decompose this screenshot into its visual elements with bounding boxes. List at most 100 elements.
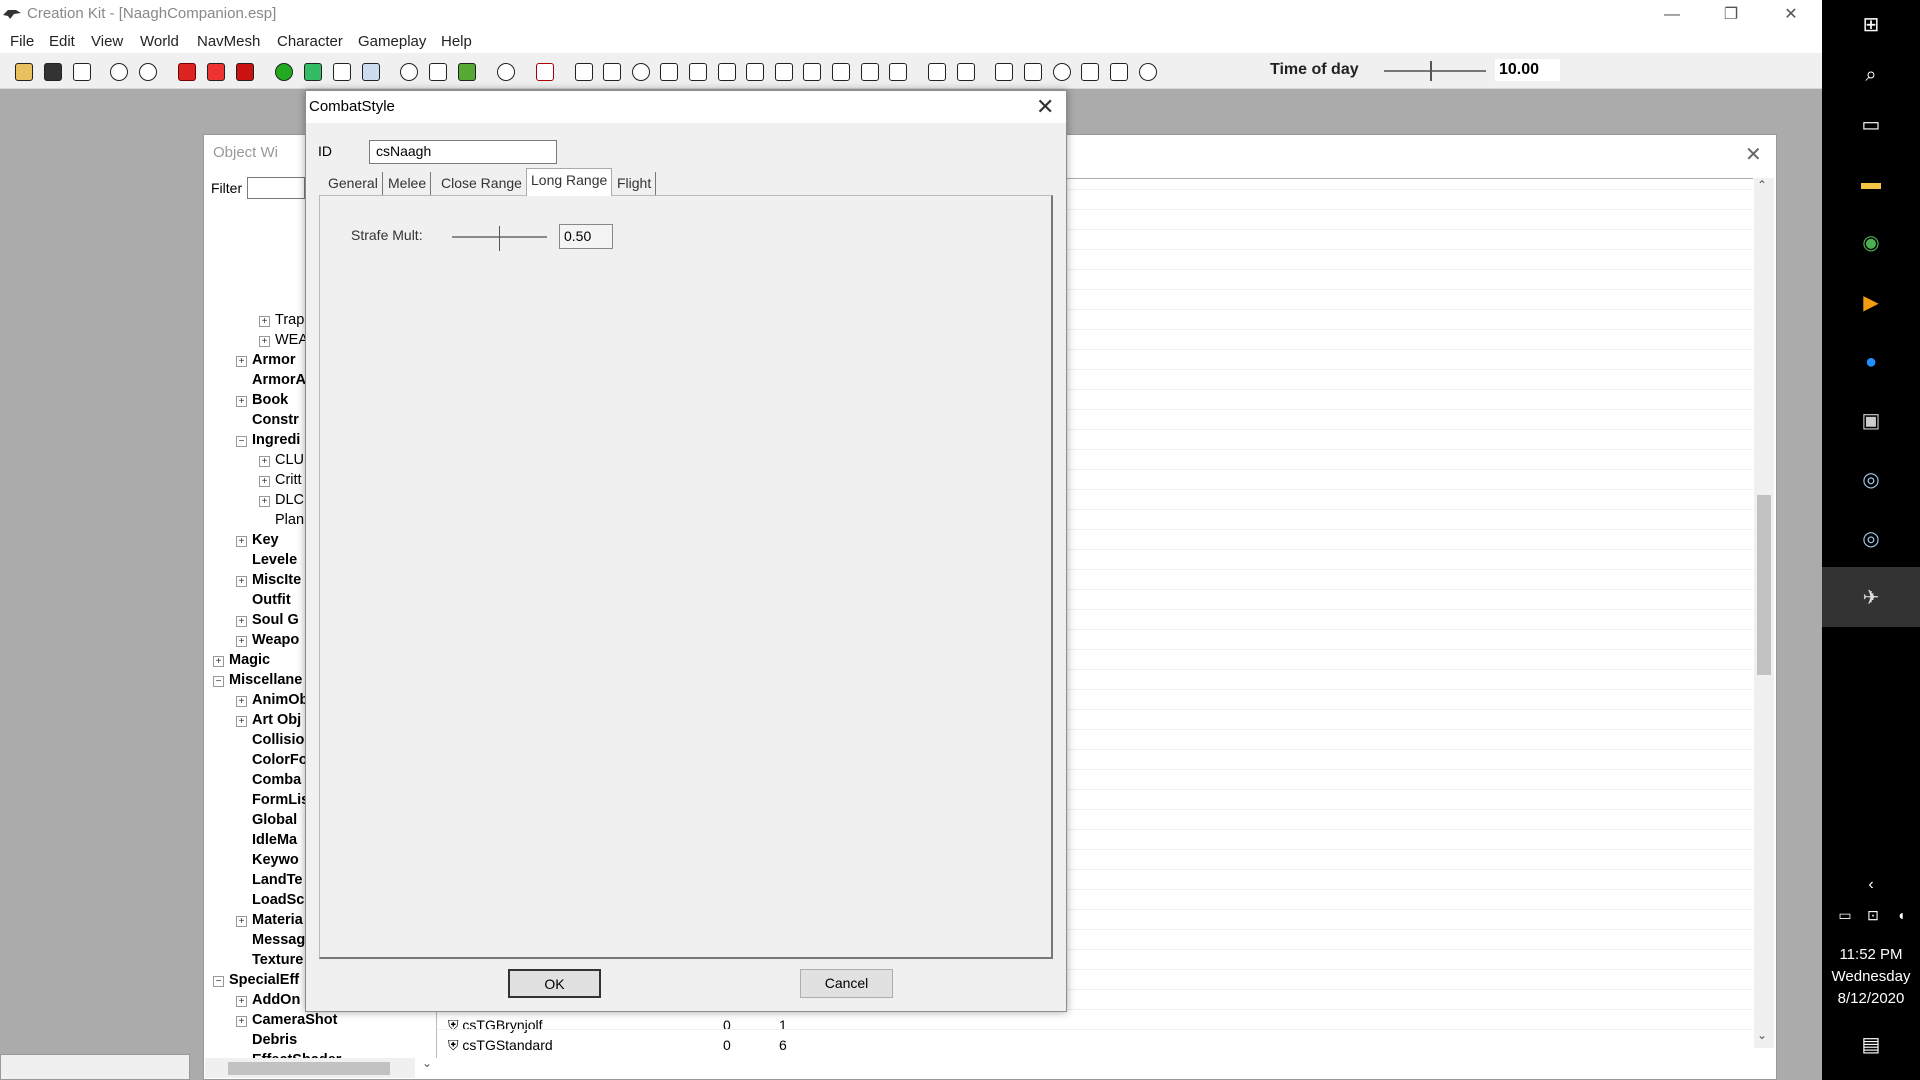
tree-expander-icon[interactable]: + — [236, 716, 247, 727]
tree-node[interactable]: Soul G — [252, 612, 299, 628]
tree-node[interactable]: AddOn — [252, 992, 300, 1008]
hk-icon[interactable] — [330, 61, 354, 83]
horizontal-scrollbar-thumb[interactable] — [228, 1062, 390, 1075]
globe-icon[interactable] — [272, 61, 296, 83]
filter-input[interactable] — [247, 177, 305, 199]
render-toggle-5-icon[interactable] — [686, 61, 710, 83]
menu-view[interactable]: View — [91, 33, 123, 50]
preferences-icon[interactable] — [70, 61, 94, 83]
menu-world[interactable]: World — [140, 33, 179, 50]
tree-node[interactable]: Armor — [252, 352, 296, 368]
tree-node[interactable]: Keywo — [252, 852, 299, 868]
tree-expander-icon[interactable]: − — [213, 676, 224, 687]
clock-date[interactable]: 8/12/2020 — [1822, 990, 1920, 1007]
tree-node[interactable]: ArmorA — [252, 372, 306, 388]
render-toggle-10-icon[interactable] — [829, 61, 853, 83]
circle-toggle-icon[interactable] — [1050, 61, 1074, 83]
close-button[interactable]: ✕ — [1762, 0, 1820, 30]
volume-icon[interactable]: ◖ — [1886, 900, 1916, 930]
minimize-button[interactable]: — — [1643, 0, 1701, 30]
tree-node[interactable]: Miscellane — [229, 672, 302, 688]
notifications-icon[interactable]: ▤ — [1856, 1030, 1886, 1060]
menu-character[interactable]: Character — [277, 33, 343, 50]
render-toggle-1-icon[interactable] — [572, 61, 596, 83]
w-toggle-icon[interactable] — [1078, 61, 1102, 83]
tree-node[interactable]: MiscIte — [252, 572, 301, 588]
time-of-day-slider-thumb[interactable] — [1430, 61, 1432, 81]
grass-icon[interactable] — [455, 61, 479, 83]
windows-start-icon[interactable]: ⊞ — [1856, 10, 1886, 40]
tree-expander-icon[interactable]: − — [236, 436, 247, 447]
list-item[interactable]: ⛨ csTGBrynjolf — [448, 1017, 543, 1034]
time-of-day-value[interactable]: 10.00 — [1495, 59, 1560, 81]
sky-icon[interactable] — [426, 61, 450, 83]
tree-node[interactable]: Book — [252, 392, 288, 408]
time-of-day-slider[interactable] — [1384, 70, 1486, 72]
render-toggle-12-icon[interactable] — [886, 61, 910, 83]
creation-kit-taskbar-icon[interactable]: ✈ — [1856, 583, 1886, 613]
tree-node[interactable]: SpecialEff — [229, 972, 299, 988]
tree-expander-icon[interactable]: + — [213, 656, 224, 667]
tree-node[interactable]: Critt — [275, 472, 302, 488]
chrome-icon[interactable]: ◉ — [1856, 228, 1886, 258]
tree-expander-icon[interactable]: + — [236, 916, 247, 927]
strafe-mult-slider-thumb[interactable] — [499, 226, 505, 251]
tree-node[interactable]: Weapo — [252, 632, 299, 648]
render-toggle-14-icon[interactable] — [1021, 61, 1045, 83]
tree-expander-icon[interactable]: + — [259, 316, 270, 327]
tree-node[interactable]: IdleMa — [252, 832, 297, 848]
tree-expander-icon[interactable]: + — [259, 476, 270, 487]
tree-expander-icon[interactable]: + — [236, 576, 247, 587]
tab-long-range[interactable]: Long Range — [526, 168, 613, 196]
render-toggle-9-icon[interactable] — [800, 61, 824, 83]
tree-expander-icon[interactable]: + — [236, 996, 247, 1007]
landscape-icon[interactable] — [301, 61, 325, 83]
scroll-up-icon[interactable]: ⌃ — [1757, 178, 1767, 192]
tree-expander-icon[interactable]: + — [259, 456, 270, 467]
task-view-icon[interactable]: ▭ — [1856, 110, 1886, 140]
tree-node[interactable]: Art Obj — [252, 712, 301, 728]
tree-expander-icon[interactable]: + — [236, 536, 247, 547]
tree-node[interactable]: Levele — [252, 552, 297, 568]
menu-edit[interactable]: Edit — [49, 33, 75, 50]
strafe-mult-input[interactable]: 0.50 — [559, 224, 613, 249]
render-toggle-11-icon[interactable] — [858, 61, 882, 83]
tree-expander-icon[interactable]: + — [236, 636, 247, 647]
tree-node[interactable]: Global — [252, 812, 297, 828]
tree-expander-icon[interactable]: + — [236, 616, 247, 627]
tree-expander-icon[interactable]: + — [236, 396, 247, 407]
tree-node[interactable]: AnimOb — [252, 692, 308, 708]
menu-navmesh[interactable]: NavMesh — [197, 33, 260, 50]
search-icon[interactable]: ⌕ — [1856, 60, 1886, 90]
tree-node[interactable]: Plan — [275, 512, 304, 528]
render-toggle-6-icon[interactable] — [715, 61, 739, 83]
tree-node[interactable]: Materia — [252, 912, 303, 928]
compass-icon[interactable] — [533, 61, 557, 83]
tree-node[interactable]: WEA — [275, 332, 308, 348]
nav-line-icon[interactable] — [204, 61, 228, 83]
tree-node[interactable]: Debris — [252, 1032, 297, 1048]
media-player-icon[interactable]: ▶ — [1856, 288, 1886, 318]
c-toggle-icon[interactable] — [992, 61, 1016, 83]
menu-gameplay[interactable]: Gameplay — [358, 33, 426, 50]
fx-icon[interactable] — [359, 61, 383, 83]
render-toggle-13-icon[interactable] — [954, 61, 978, 83]
tree-node[interactable]: LoadSc — [252, 892, 304, 908]
app-monitor-icon[interactable]: ▣ — [1856, 406, 1886, 436]
ok-button[interactable]: OK — [508, 969, 601, 998]
maximize-button[interactable]: ❐ — [1702, 0, 1760, 30]
clock-day[interactable]: Wednesday — [1822, 968, 1920, 985]
tree-node[interactable]: Messag — [252, 932, 305, 948]
redo-icon[interactable] — [136, 61, 160, 83]
dialog-close-icon[interactable]: ✕ — [1036, 94, 1054, 120]
tree-node[interactable]: ColorFo — [252, 752, 308, 768]
tree-node[interactable]: Texture — [252, 952, 303, 968]
chevron-left-icon[interactable]: ‹ — [1856, 870, 1886, 900]
steam-icon-2[interactable]: ◎ — [1856, 524, 1886, 554]
file-explorer-icon[interactable]: ▬ — [1856, 168, 1886, 198]
render-toggle-4-icon[interactable] — [657, 61, 681, 83]
render-toggle-8-icon[interactable] — [772, 61, 796, 83]
tree-expander-icon[interactable]: + — [236, 1016, 247, 1027]
tree-node[interactable]: Trap — [275, 312, 304, 328]
save-icon[interactable] — [41, 61, 65, 83]
